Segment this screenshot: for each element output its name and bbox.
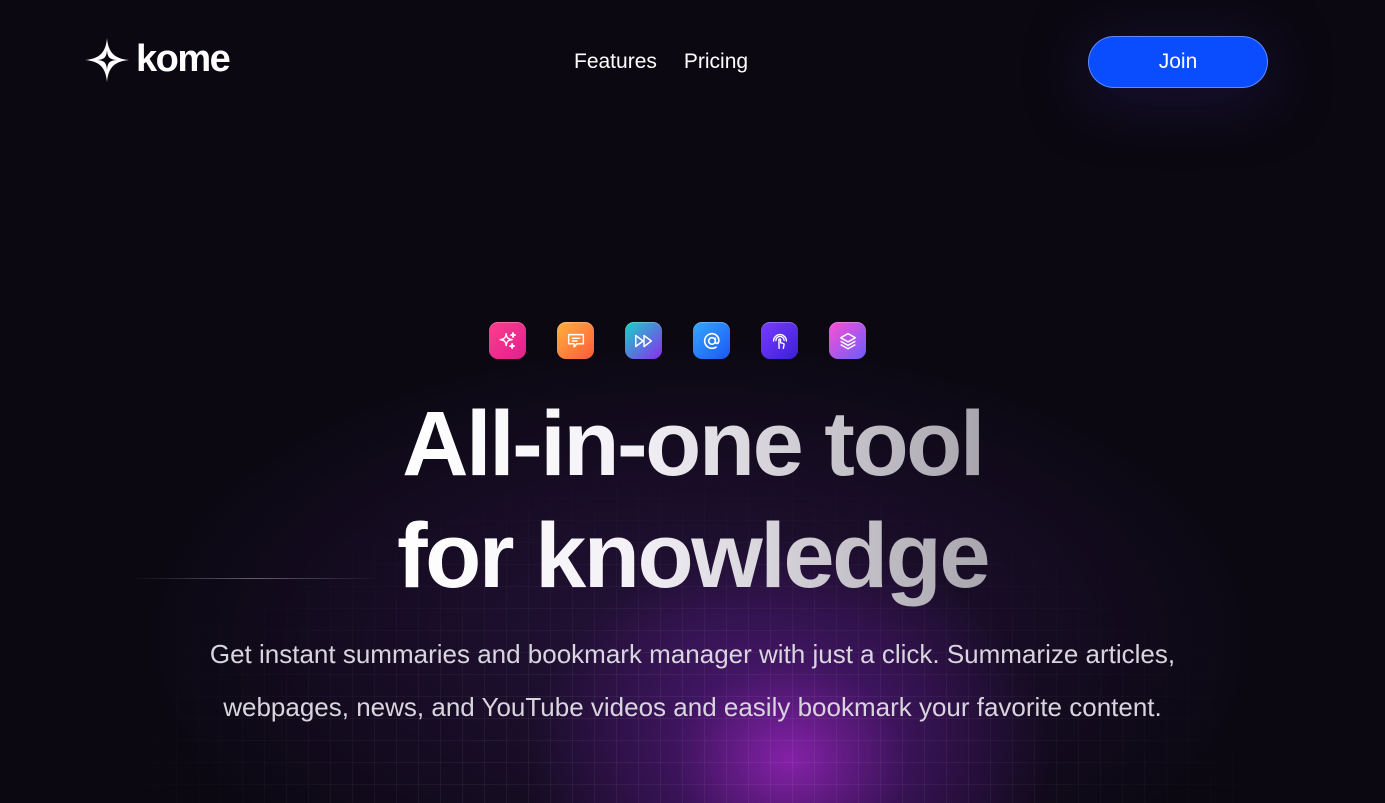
touch-icon <box>761 322 798 359</box>
main-nav: Features Pricing <box>574 49 748 75</box>
join-button[interactable]: Join <box>1088 36 1268 88</box>
at-sign-icon <box>693 322 730 359</box>
landing-page: kome Features Pricing Join All-in-one to… <box>0 0 1385 803</box>
hero-headline: All-in-one tool for knowledge <box>0 388 1385 612</box>
sparkle-icon <box>489 322 526 359</box>
fast-forward-icon <box>625 322 662 359</box>
brand-logo[interactable]: kome <box>84 37 231 83</box>
chat-icon <box>557 322 594 359</box>
headline-line-1: All-in-one tool <box>402 388 985 500</box>
brand-name: kome <box>136 37 231 80</box>
hero-subtitle: Get instant summaries and bookmark manag… <box>0 628 1385 734</box>
subtitle-line-1: Get instant summaries and bookmark manag… <box>209 639 1176 669</box>
feature-icon-row <box>489 322 866 359</box>
subtitle-line-2: webpages, news, and YouTube videos and e… <box>223 692 1162 722</box>
layers-icon <box>829 322 866 359</box>
nav-link-features[interactable]: Features <box>574 49 657 75</box>
nav-link-pricing[interactable]: Pricing <box>684 49 748 75</box>
headline-line-2: for knowledge <box>397 500 991 612</box>
star-logo-icon <box>85 38 129 82</box>
